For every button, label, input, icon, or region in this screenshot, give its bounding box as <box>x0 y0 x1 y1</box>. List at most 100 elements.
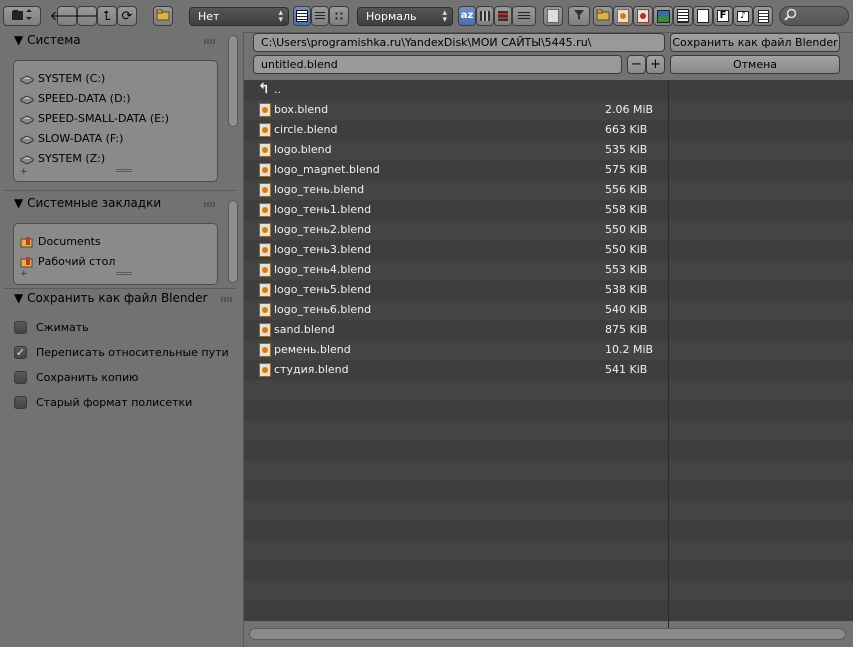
horizontal-scrollbar[interactable] <box>249 628 846 640</box>
file-row[interactable]: logo_тень3.blend 550 KiB <box>244 240 853 260</box>
option-checkbox[interactable]: Старый формат полисетки <box>14 396 192 409</box>
file-row[interactable]: студия.blend 541 KiB <box>244 360 853 380</box>
disk-drive-icon <box>19 134 35 145</box>
font-filter-button[interactable]: F <box>713 6 733 26</box>
drag-grip-icon[interactable] <box>204 202 216 207</box>
drive-item[interactable]: SYSTEM (Z:) <box>19 152 105 165</box>
triangle-down-icon: ▼ <box>14 291 24 305</box>
bookmark-item[interactable]: Documents <box>20 235 101 248</box>
file-row[interactable]: circle.blend 663 KiB <box>244 120 853 140</box>
image-filter-icon <box>656 9 670 23</box>
empty-row <box>244 460 853 480</box>
empty-row <box>244 600 853 620</box>
file-row[interactable]: logo_тень1.blend 558 KiB <box>244 200 853 220</box>
system-panel-header[interactable]: ▼ Система <box>14 33 81 47</box>
save-options-panel-header[interactable]: ▼ Сохранить как файл Blender <box>14 291 207 305</box>
checkbox-icon[interactable] <box>14 396 27 409</box>
resize-grip-icon[interactable] <box>116 272 132 276</box>
empty-row <box>244 520 853 540</box>
view-list-button[interactable] <box>311 6 329 26</box>
checkbox-icon[interactable] <box>14 371 27 384</box>
file-row[interactable]: logo_тень.blend 556 KiB <box>244 180 853 200</box>
parent-dir-button[interactable]: ⮤ <box>97 6 117 26</box>
blend-filter-button[interactable] <box>613 6 633 26</box>
drive-item[interactable]: SYSTEM (C:) <box>19 72 105 85</box>
refresh-button[interactable]: ⟳ <box>117 6 137 26</box>
file-row[interactable]: logo_тень2.blend 550 KiB <box>244 220 853 240</box>
refresh-icon: ⟳ <box>121 8 133 24</box>
filter-icon <box>573 9 585 24</box>
blend-file-icon <box>259 223 271 237</box>
option-checkbox[interactable]: Сохранить копию <box>14 371 138 384</box>
resize-grip-icon[interactable] <box>116 169 132 173</box>
option-checkbox[interactable]: Сжимать <box>14 321 89 334</box>
drag-grip-icon[interactable] <box>204 39 216 44</box>
empty-row <box>244 560 853 580</box>
disk-drive-icon <box>19 154 35 165</box>
movie-filter-button[interactable] <box>673 6 693 26</box>
blend-file-icon <box>259 343 271 357</box>
blend-filter-icon <box>617 9 629 23</box>
sort-time-button[interactable] <box>494 6 512 26</box>
sort-size-button[interactable] <box>512 6 536 26</box>
file-row[interactable]: box.blend 2.06 MiB <box>244 100 853 120</box>
bookmarks-scrollbar[interactable] <box>228 200 238 283</box>
empty-row <box>244 440 853 460</box>
sort-ext-button[interactable] <box>476 6 494 26</box>
hidden-toggle-button[interactable] <box>543 6 563 26</box>
search-icon <box>784 8 797 24</box>
sort-time-icon <box>498 11 508 21</box>
path-field[interactable]: C:\Users\programishka.ru\YandexDisk\МОИ … <box>253 33 665 52</box>
blend-file-icon <box>259 163 271 177</box>
filter-toggle-button[interactable] <box>568 6 590 26</box>
add-small-icon[interactable]: + <box>20 269 28 279</box>
folder-filter-icon <box>596 9 610 24</box>
file-row[interactable]: logo_тень4.blend 553 KiB <box>244 260 853 280</box>
disk-drive-icon <box>19 114 35 125</box>
text-filter-button[interactable] <box>753 6 773 26</box>
drive-item[interactable]: SPEED-SMALL-DATA (E:) <box>19 112 169 125</box>
checkbox-icon[interactable] <box>14 321 27 334</box>
search-field[interactable] <box>779 6 849 26</box>
folder-filter-button[interactable] <box>593 6 613 26</box>
checkbox-icon[interactable]: ✓ <box>14 346 27 359</box>
add-small-icon[interactable]: + <box>20 167 28 177</box>
file-row[interactable]: logo_тень6.blend 540 KiB <box>244 300 853 320</box>
sound-filter-button[interactable]: ♪ <box>733 6 753 26</box>
sidebar-scrollbar[interactable] <box>228 35 238 127</box>
view-grid-button[interactable] <box>329 6 349 26</box>
cancel-button[interactable]: Отмена <box>670 55 840 74</box>
bookmark-item[interactable]: Рабочий стол <box>20 255 115 268</box>
sort-select[interactable]: Нормаль ▴ ▾ <box>357 7 453 26</box>
movie-filter-icon <box>677 9 689 23</box>
drive-item[interactable]: SLOW-DATA (F:) <box>19 132 123 145</box>
file-row[interactable]: logo_тень5.blend 538 KiB <box>244 280 853 300</box>
file-row[interactable]: logo_magnet.blend 575 KiB <box>244 160 853 180</box>
empty-row <box>244 420 853 440</box>
new-folder-button[interactable] <box>153 6 173 26</box>
sort-alpha-button[interactable]: az <box>458 6 476 26</box>
thumbnails-icon <box>296 10 308 22</box>
view-thumbnails-button[interactable] <box>293 6 311 26</box>
script-filter-icon <box>697 9 709 23</box>
decrement-button[interactable]: − <box>627 55 646 74</box>
drive-item[interactable]: SPEED-DATA (D:) <box>19 92 131 105</box>
file-row[interactable]: logo.blend 535 KiB <box>244 140 853 160</box>
drag-grip-icon[interactable] <box>221 297 233 302</box>
save-blend-button[interactable]: Сохранить как файл Blender <box>670 33 840 52</box>
disk-drive-icon <box>19 74 35 85</box>
backup-filter-button[interactable] <box>633 6 653 26</box>
editor-type-button[interactable] <box>3 6 41 26</box>
forward-button[interactable]: 🡒 <box>70 6 104 26</box>
increment-button[interactable]: + <box>646 55 665 74</box>
file-row[interactable]: ремень.blend 10.2 MiB <box>244 340 853 360</box>
option-checkbox[interactable]: ✓ Переписать относительные пути <box>14 346 229 359</box>
parent-dir-row[interactable]: ↰ .. <box>244 80 853 100</box>
script-filter-button[interactable] <box>693 6 713 26</box>
bookmarks-panel-header[interactable]: ▼ Системные закладки <box>14 196 161 210</box>
filename-field[interactable]: untitled.blend <box>253 55 622 74</box>
blend-file-icon <box>259 183 271 197</box>
file-row[interactable]: sand.blend 875 KiB <box>244 320 853 340</box>
display-select[interactable]: Нет ▴ ▾ <box>189 7 289 26</box>
image-filter-button[interactable] <box>653 6 673 26</box>
